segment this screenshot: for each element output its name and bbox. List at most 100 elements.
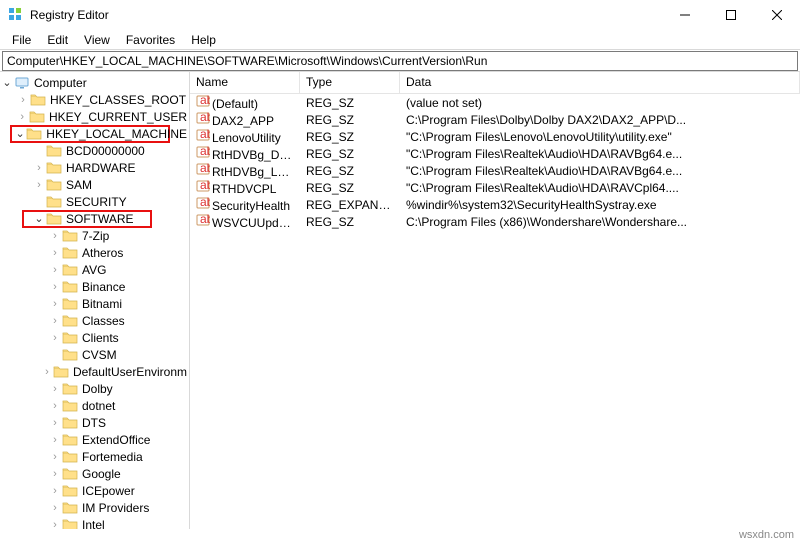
expand-icon[interactable]: ›	[48, 502, 62, 514]
tree-item[interactable]: › Atheros	[0, 244, 189, 261]
tree-item[interactable]: ›ExtendOffice	[0, 431, 189, 448]
value-name: abRTHDVCPL	[190, 179, 300, 196]
value-row[interactable]: abSecurityHealthREG_EXPAND_SZ%windir%\sy…	[190, 196, 800, 213]
registry-tree: ⌄Computer›HKEY_CLASSES_ROOT›HKEY_CURRENT…	[0, 74, 189, 529]
list-header: Name Type Data	[190, 72, 800, 94]
tree-item-label: Clients	[80, 331, 121, 345]
expand-icon[interactable]: ›	[41, 366, 53, 378]
tree-item[interactable]: ›SAM	[0, 176, 189, 193]
tree-item[interactable]: ›dotnet	[0, 397, 189, 414]
value-data: C:\Program Files\Dolby\Dolby DAX2\DAX2_A…	[400, 113, 800, 127]
tree-item[interactable]: ›HKEY_CLASSES_ROOT	[0, 91, 189, 108]
list-pane[interactable]: Name Type Data ab(Default)REG_SZ(value n…	[190, 72, 800, 529]
tree-item[interactable]: › 7-Zip	[0, 227, 189, 244]
address-input[interactable]	[2, 51, 798, 71]
expand-icon[interactable]: ›	[32, 162, 46, 174]
value-data: (value not set)	[400, 96, 800, 110]
menu-help[interactable]: Help	[183, 31, 224, 49]
expand-icon[interactable]: ›	[48, 434, 62, 446]
tree-item-label: BCD00000000	[64, 144, 147, 158]
expand-icon[interactable]: ›	[48, 298, 62, 310]
expand-icon[interactable]: ›	[48, 281, 62, 293]
tree-item-label: Intel	[80, 518, 107, 530]
value-row[interactable]: abLenovoUtilityREG_SZ"C:\Program Files\L…	[190, 128, 800, 145]
expand-icon[interactable]: ›	[48, 451, 62, 463]
tree-item[interactable]: ›ICEpower	[0, 482, 189, 499]
tree-item[interactable]: ›IM Providers	[0, 499, 189, 516]
tree-item[interactable]: ⌄SOFTWARE	[0, 210, 189, 227]
value-data: "C:\Program Files\Lenovo\LenovoUtility\u…	[400, 130, 800, 144]
tree-item[interactable]: ›HKEY_CURRENT_USER	[0, 108, 189, 125]
tree-item[interactable]: ›Classes	[0, 312, 189, 329]
expand-icon[interactable]: ›	[48, 264, 62, 276]
tree-item[interactable]: ›Fortemedia	[0, 448, 189, 465]
window-controls	[662, 0, 800, 29]
svg-text:ab: ab	[200, 128, 210, 141]
tree-item[interactable]: ›DefaultUserEnvironm	[0, 363, 189, 380]
menu-view[interactable]: View	[76, 31, 118, 49]
value-row[interactable]: abDAX2_APPREG_SZC:\Program Files\Dolby\D…	[190, 111, 800, 128]
tree-item-label: AVG	[80, 263, 108, 277]
expand-icon[interactable]: ›	[48, 400, 62, 412]
tree-item[interactable]: ›Google	[0, 465, 189, 482]
expand-icon[interactable]: ›	[48, 383, 62, 395]
tree-item-label: Atheros	[80, 246, 125, 260]
folder-icon	[46, 178, 62, 192]
value-name: ab(Default)	[190, 94, 300, 111]
tree-item[interactable]: ⌄Computer	[0, 74, 189, 91]
collapse-icon[interactable]: ⌄	[0, 76, 14, 89]
value-row[interactable]: abWSVCUUpdateH...REG_SZC:\Program Files …	[190, 213, 800, 230]
expand-icon[interactable]: ›	[48, 519, 62, 530]
tree-item[interactable]: ›HARDWARE	[0, 159, 189, 176]
value-name: abRtHDVBg_Dolby	[190, 145, 300, 162]
tree-item[interactable]: ⌄HKEY_LOCAL_MACHINE	[0, 125, 189, 142]
tree-item[interactable]: SECURITY	[0, 193, 189, 210]
expand-icon[interactable]: ›	[48, 315, 62, 327]
tree-item[interactable]: ›Binance	[0, 278, 189, 295]
expand-icon[interactable]: ›	[48, 485, 62, 497]
menu-file[interactable]: File	[4, 31, 39, 49]
expand-icon[interactable]: ›	[48, 230, 62, 242]
maximize-button[interactable]	[708, 0, 754, 29]
tree-item[interactable]: › AVG	[0, 261, 189, 278]
expand-icon[interactable]: ›	[48, 468, 62, 480]
close-button[interactable]	[754, 0, 800, 29]
tree-item[interactable]: BCD00000000	[0, 142, 189, 159]
tree-item[interactable]: › Intel	[0, 516, 189, 529]
value-name: abWSVCUUpdateH...	[190, 213, 300, 230]
tree-item[interactable]: › Clients	[0, 329, 189, 346]
main-split: ⌄Computer›HKEY_CLASSES_ROOT›HKEY_CURRENT…	[0, 72, 800, 529]
expand-icon[interactable]: ›	[16, 94, 30, 106]
value-row[interactable]: abRtHDVBg_LENO...REG_SZ"C:\Program Files…	[190, 162, 800, 179]
tree-item[interactable]: › Bitnami	[0, 295, 189, 312]
tree-item[interactable]: CVSM	[0, 346, 189, 363]
folder-icon	[62, 263, 78, 277]
expand-icon[interactable]: ›	[48, 247, 62, 259]
value-row[interactable]: abRtHDVBg_DolbyREG_SZ"C:\Program Files\R…	[190, 145, 800, 162]
expand-icon[interactable]: ›	[15, 111, 29, 123]
value-row[interactable]: abRTHDVCPLREG_SZ"C:\Program Files\Realte…	[190, 179, 800, 196]
value-name: abRtHDVBg_LENO...	[190, 162, 300, 179]
menu-bar: File Edit View Favorites Help	[0, 30, 800, 50]
expand-icon[interactable]: ›	[48, 332, 62, 344]
menu-favorites[interactable]: Favorites	[118, 31, 183, 49]
expand-icon[interactable]: ›	[48, 417, 62, 429]
tree-pane[interactable]: ⌄Computer›HKEY_CLASSES_ROOT›HKEY_CURRENT…	[0, 72, 190, 529]
column-type[interactable]: Type	[300, 72, 400, 93]
tree-item[interactable]: ›DTS	[0, 414, 189, 431]
column-data[interactable]: Data	[400, 72, 800, 93]
tree-item-label: 7-Zip	[80, 229, 111, 243]
app-icon	[8, 7, 24, 23]
tree-item[interactable]: › Dolby	[0, 380, 189, 397]
list-body: ab(Default)REG_SZ(value not set)abDAX2_A…	[190, 94, 800, 230]
tree-item-label: Dolby	[80, 382, 115, 396]
minimize-button[interactable]	[662, 0, 708, 29]
value-row[interactable]: ab(Default)REG_SZ(value not set)	[190, 94, 800, 111]
string-value-icon: ab	[196, 94, 210, 108]
tree-item-label: Bitnami	[80, 297, 124, 311]
column-name[interactable]: Name	[190, 72, 300, 93]
expand-icon[interactable]: ›	[32, 179, 46, 191]
string-value-icon: ab	[196, 213, 210, 227]
svg-text:ab: ab	[200, 162, 210, 175]
menu-edit[interactable]: Edit	[39, 31, 76, 49]
